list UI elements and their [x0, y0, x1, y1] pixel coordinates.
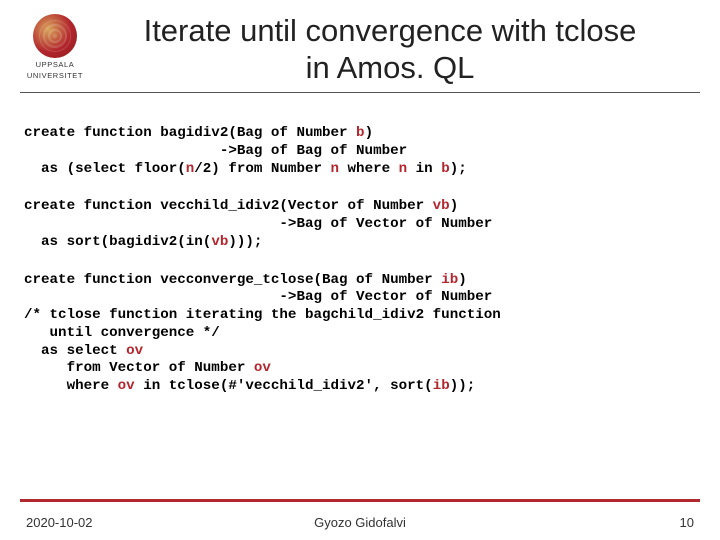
code-text: ->Bag of Vector of Number — [24, 216, 492, 232]
code-text: /2) from Number — [194, 161, 330, 177]
code-listing: create function bagidiv2(Bag of Number b… — [0, 93, 720, 396]
footer-date: 2020-10-02 — [26, 515, 93, 530]
code-text: ->Bag of Bag of Number — [24, 143, 407, 159]
logo-text-line2: UNIVERSITET — [27, 72, 83, 80]
code-text: ); — [450, 161, 467, 177]
uppsala-seal-icon — [33, 14, 77, 58]
logo-text-line1: UPPSALA — [36, 61, 75, 69]
code-text: from Vector of Number — [24, 360, 254, 376]
slide-header: UPPSALA UNIVERSITET Iterate until conver… — [0, 0, 720, 86]
code-text: ) — [365, 125, 374, 141]
code-var: ov — [126, 343, 143, 359]
code-text: create function vecconverge_tclose(Bag o… — [24, 272, 441, 288]
code-block-1: create function bagidiv2(Bag of Number b… — [24, 125, 696, 178]
code-var: b — [441, 161, 450, 177]
footer-author: Gyozo Gidofalvi — [0, 515, 720, 530]
code-text: as sort(bagidiv2(in( — [24, 234, 211, 250]
footer-divider — [20, 499, 700, 502]
title-line-2: in Amos. QL — [306, 50, 475, 85]
code-var: n — [186, 161, 195, 177]
code-block-2: create function vecchild_idiv2(Vector of… — [24, 198, 696, 251]
code-var: ov — [254, 360, 271, 376]
code-var: ib — [433, 378, 450, 394]
code-text: ))); — [228, 234, 262, 250]
code-var: vb — [433, 198, 450, 214]
code-text: in — [407, 161, 441, 177]
code-var: n — [331, 161, 340, 177]
code-text: ) — [458, 272, 467, 288]
code-block-3: create function vecconverge_tclose(Bag o… — [24, 272, 696, 396]
code-text: )); — [450, 378, 476, 394]
code-var: ib — [441, 272, 458, 288]
footer-page-number: 10 — [680, 515, 694, 530]
code-var: n — [399, 161, 408, 177]
slide-footer: 2020-10-02 Gyozo Gidofalvi 10 — [0, 515, 720, 530]
code-var: vb — [211, 234, 228, 250]
code-text: where — [339, 161, 399, 177]
code-text: ->Bag of Vector of Number — [24, 289, 492, 305]
university-logo: UPPSALA UNIVERSITET — [20, 14, 90, 79]
code-text: ) — [450, 198, 459, 214]
code-text: as (select floor( — [24, 161, 186, 177]
title-line-1: Iterate until convergence with tclose — [144, 13, 637, 48]
slide-title: Iterate until convergence with tclose in… — [90, 8, 700, 86]
code-text: /* tclose function iterating the bagchil… — [24, 307, 501, 323]
code-var: ov — [118, 378, 135, 394]
code-text: where — [24, 378, 118, 394]
code-var: b — [356, 125, 365, 141]
code-text: create function bagidiv2(Bag of Number — [24, 125, 356, 141]
code-text: until convergence */ — [24, 325, 220, 341]
code-text: as select — [24, 343, 126, 359]
code-text: create function vecchild_idiv2(Vector of… — [24, 198, 433, 214]
code-text: in tclose(#'vecchild_idiv2', sort( — [135, 378, 433, 394]
